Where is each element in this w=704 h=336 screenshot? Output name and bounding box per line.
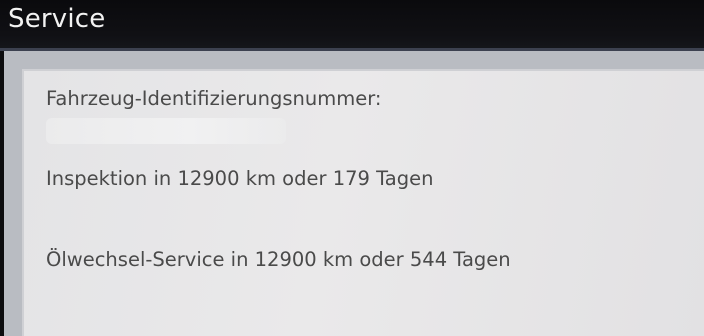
page-title: Service bbox=[8, 4, 106, 34]
vin-value-redacted bbox=[46, 118, 286, 144]
header-bar: Service bbox=[0, 0, 704, 51]
oil-change-service-info: Ölwechsel-Service in 12900 km oder 544 T… bbox=[46, 248, 511, 271]
service-screen: Service Fahrzeug-Identifizierungsnummer:… bbox=[0, 0, 704, 336]
vin-label: Fahrzeug-Identifizierungsnummer: bbox=[46, 87, 382, 110]
inspection-info: Inspektion in 12900 km oder 179 Tagen bbox=[46, 167, 434, 190]
